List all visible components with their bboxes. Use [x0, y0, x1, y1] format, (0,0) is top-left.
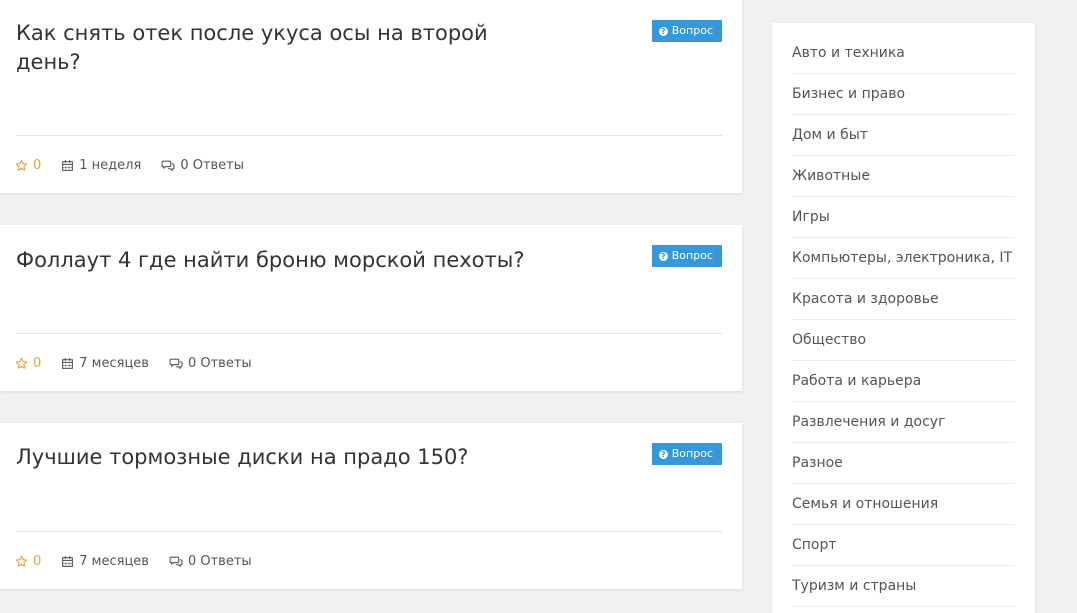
- votes-count[interactable]: 0: [15, 356, 41, 371]
- question-date: 7 месяцев: [61, 356, 149, 371]
- category-link[interactable]: Дом и быт: [792, 115, 1015, 156]
- category-link[interactable]: Общество: [792, 320, 1015, 361]
- category-link[interactable]: Спорт: [792, 525, 1015, 566]
- divider: [16, 135, 722, 136]
- divider: [16, 333, 722, 334]
- category-link[interactable]: Красота и здоровье: [792, 279, 1015, 320]
- votes-count[interactable]: 0: [15, 158, 41, 173]
- category-link[interactable]: Разное: [792, 443, 1015, 484]
- category-link[interactable]: Семья и отношения: [792, 484, 1015, 525]
- star-outline-icon: [15, 357, 28, 369]
- answers-count[interactable]: 0 Ответы: [161, 158, 244, 173]
- answers-count[interactable]: 0 Ответы: [169, 356, 252, 371]
- question-badge[interactable]: ? Вопрос: [651, 443, 722, 465]
- category-link[interactable]: Развлечения и досуг: [792, 402, 1015, 443]
- comments-icon: [169, 358, 183, 369]
- date-value: 1 неделя: [79, 157, 142, 173]
- question-badge-label: Вопрос: [671, 249, 713, 262]
- question-badge-label: Вопрос: [671, 24, 713, 37]
- votes-value: 0: [33, 157, 42, 173]
- question-circle-icon: ?: [658, 252, 668, 261]
- date-value: 7 месяцев: [79, 553, 149, 569]
- question-card: Как снять отек после укуса осы на второй…: [0, 0, 742, 193]
- question-date: 7 месяцев: [61, 554, 149, 569]
- comments-icon: [161, 160, 175, 171]
- category-link[interactable]: Компьютеры, электроника, IT: [792, 238, 1015, 279]
- question-title[interactable]: Лучшие тормозные диски на прадо 150?: [16, 443, 536, 472]
- page: Как снять отек после укуса осы на второй…: [0, 0, 1077, 613]
- question-meta: 0 7 месяцев 0 Ответы: [15, 354, 272, 372]
- calendar-icon: [62, 555, 74, 567]
- category-list: Авто и техника Бизнес и право Дом и быт …: [772, 23, 1035, 607]
- divider: [16, 531, 722, 532]
- votes-value: 0: [33, 553, 42, 569]
- question-circle-icon: ?: [658, 27, 668, 36]
- calendar-icon: [62, 159, 74, 171]
- star-outline-icon: [15, 555, 28, 567]
- question-date: 1 неделя: [61, 158, 141, 173]
- date-value: 7 месяцев: [79, 355, 149, 371]
- category-link[interactable]: Туризм и страны: [792, 566, 1015, 607]
- question-badge-label: Вопрос: [671, 447, 713, 460]
- question-card: Лучшие тормозные диски на прадо 150? ? Во…: [0, 423, 742, 589]
- category-link[interactable]: Работа и карьера: [792, 361, 1015, 402]
- question-card: Фоллаут 4 где найти броню морской пехоты…: [0, 225, 742, 391]
- votes-value: 0: [33, 355, 42, 371]
- answers-value: 0 Ответы: [180, 157, 245, 173]
- calendar-icon: [62, 357, 74, 369]
- categories-sidebar: Авто и техника Бизнес и право Дом и быт …: [772, 23, 1035, 613]
- question-badge[interactable]: ? Вопрос: [651, 245, 722, 267]
- answers-value: 0 Ответы: [187, 355, 252, 371]
- votes-count[interactable]: 0: [15, 554, 41, 569]
- question-title[interactable]: Как снять отек после укуса осы на второй…: [16, 19, 536, 77]
- question-meta: 0 1 неделя 0 Ответы: [15, 156, 264, 174]
- category-link[interactable]: Игры: [792, 197, 1015, 238]
- answers-value: 0 Ответы: [187, 553, 252, 569]
- question-meta: 0 7 месяцев 0 Ответы: [15, 552, 272, 570]
- category-link[interactable]: Бизнес и право: [792, 74, 1015, 115]
- star-outline-icon: [15, 159, 28, 171]
- comments-icon: [169, 556, 183, 567]
- answers-count[interactable]: 0 Ответы: [169, 554, 252, 569]
- question-circle-icon: ?: [658, 450, 668, 459]
- category-link[interactable]: Авто и техника: [792, 33, 1015, 74]
- question-badge[interactable]: ? Вопрос: [651, 20, 722, 42]
- category-link[interactable]: Животные: [792, 156, 1015, 197]
- question-title[interactable]: Фоллаут 4 где найти броню морской пехоты…: [16, 246, 536, 275]
